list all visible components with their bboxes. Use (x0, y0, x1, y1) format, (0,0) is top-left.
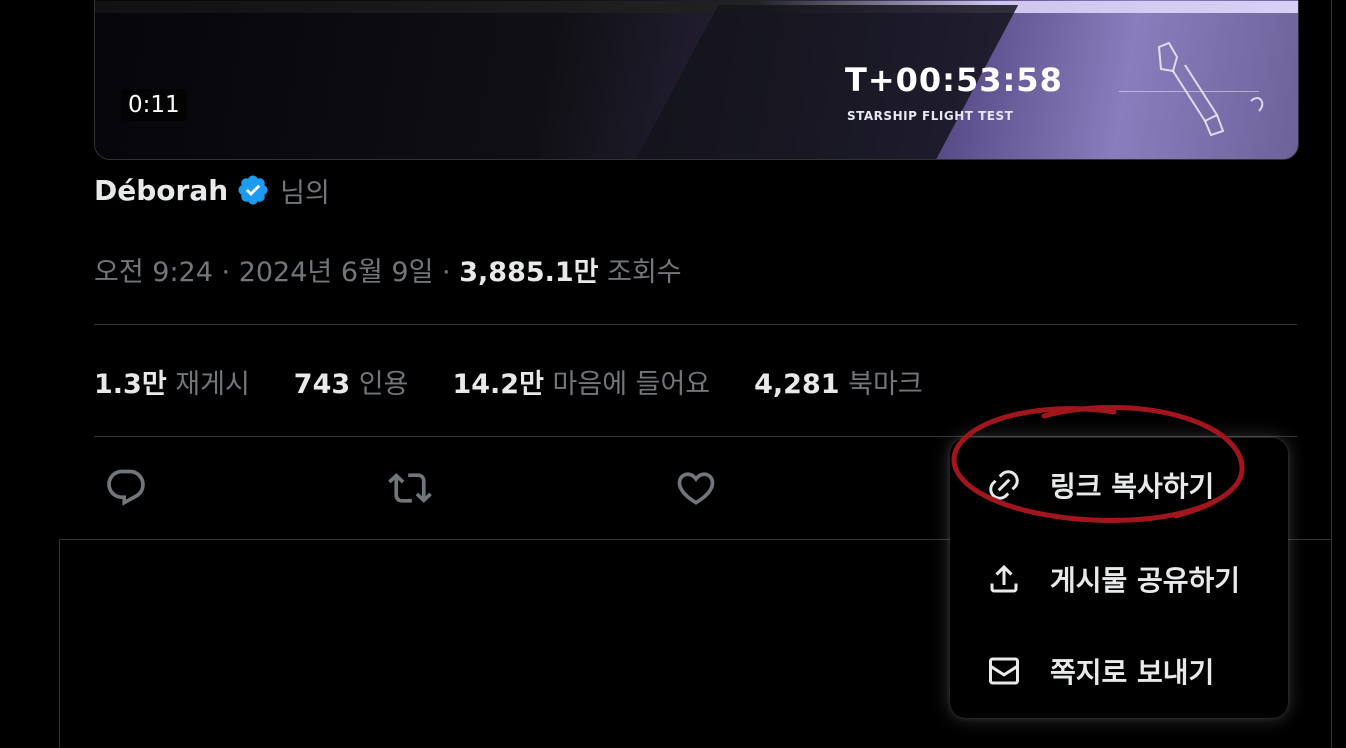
stat-count: 743 (293, 369, 351, 400)
engagement-stats: 1.3만 재게시 743 인용 14.2만 마음에 들어요 4,281 북마크 (94, 362, 967, 401)
video-overlay-caption: STARSHIP FLIGHT TEST (847, 109, 1014, 123)
stat-count: 4,281 (754, 369, 840, 400)
reply-icon (107, 469, 145, 506)
stat-count: 1.3만 (94, 369, 167, 400)
copy-link-menu-item[interactable]: 링크 복사하기 (950, 450, 1288, 520)
video-overlay-timer: T+00:53:58 (845, 61, 1063, 99)
rocket-icon (1157, 41, 1264, 137)
share-menu: 링크 복사하기 게시물 공유하기 쪽지로 보내기 (950, 438, 1288, 718)
tweet-date[interactable]: 2024년 6월 9일 (239, 257, 434, 288)
stat-bookmarks[interactable]: 4,281 북마크 (754, 362, 923, 401)
stat-label: 북마크 (848, 369, 923, 400)
tweet-meta: 오전 9:24 · 2024년 6월 9일 · 3,885.1만 조회수 (94, 250, 682, 289)
stat-count: 14.2만 (452, 369, 544, 400)
author-suffix: 님의 (280, 177, 330, 209)
views-label: 조회수 (607, 257, 682, 288)
menu-item-label: 쪽지로 보내기 (1050, 656, 1215, 689)
tweet-detail-page: 0:11 T+00:53:58 STARSHIP FLIGHT TEST Déb… (0, 0, 1346, 748)
column-border-left (59, 540, 60, 748)
reply-button[interactable] (104, 466, 148, 510)
divider (94, 436, 1297, 437)
video-duration: 0:11 (121, 89, 187, 121)
divider (94, 324, 1297, 325)
verified-badge-icon (238, 175, 268, 205)
video-player[interactable]: 0:11 T+00:53:58 STARSHIP FLIGHT TEST (94, 0, 1299, 160)
share-upload-icon (986, 561, 1022, 597)
stat-label: 인용 (358, 369, 409, 400)
send-dm-menu-item[interactable]: 쪽지로 보내기 (950, 636, 1288, 706)
stat-label: 마음에 들어요 (552, 369, 711, 400)
stat-likes[interactable]: 14.2만 마음에 들어요 (452, 362, 710, 401)
views-count: 3,885.1만 (459, 257, 599, 288)
tweet-time[interactable]: 오전 9:24 (94, 257, 213, 288)
like-icon (677, 472, 715, 505)
meta-separator-1: · (221, 257, 231, 288)
like-button[interactable] (674, 466, 718, 510)
tweet-author: Déborah 님의 (94, 172, 330, 209)
retweet-button[interactable] (388, 466, 432, 510)
menu-item-label: 게시물 공유하기 (1050, 564, 1241, 597)
stat-reposts[interactable]: 1.3만 재게시 (94, 362, 250, 401)
stat-label: 재게시 (175, 369, 250, 400)
envelope-icon (986, 653, 1022, 689)
share-post-menu-item[interactable]: 게시물 공유하기 (950, 544, 1288, 614)
author-name[interactable]: Déborah (94, 174, 228, 207)
link-icon (986, 467, 1022, 503)
meta-separator-2: · (442, 257, 451, 288)
stat-quotes[interactable]: 743 인용 (294, 362, 409, 401)
menu-item-label: 링크 복사하기 (1050, 470, 1215, 503)
column-border-right (1331, 0, 1332, 748)
retweet-icon (388, 473, 432, 503)
video-frame-top (95, 1, 1298, 13)
